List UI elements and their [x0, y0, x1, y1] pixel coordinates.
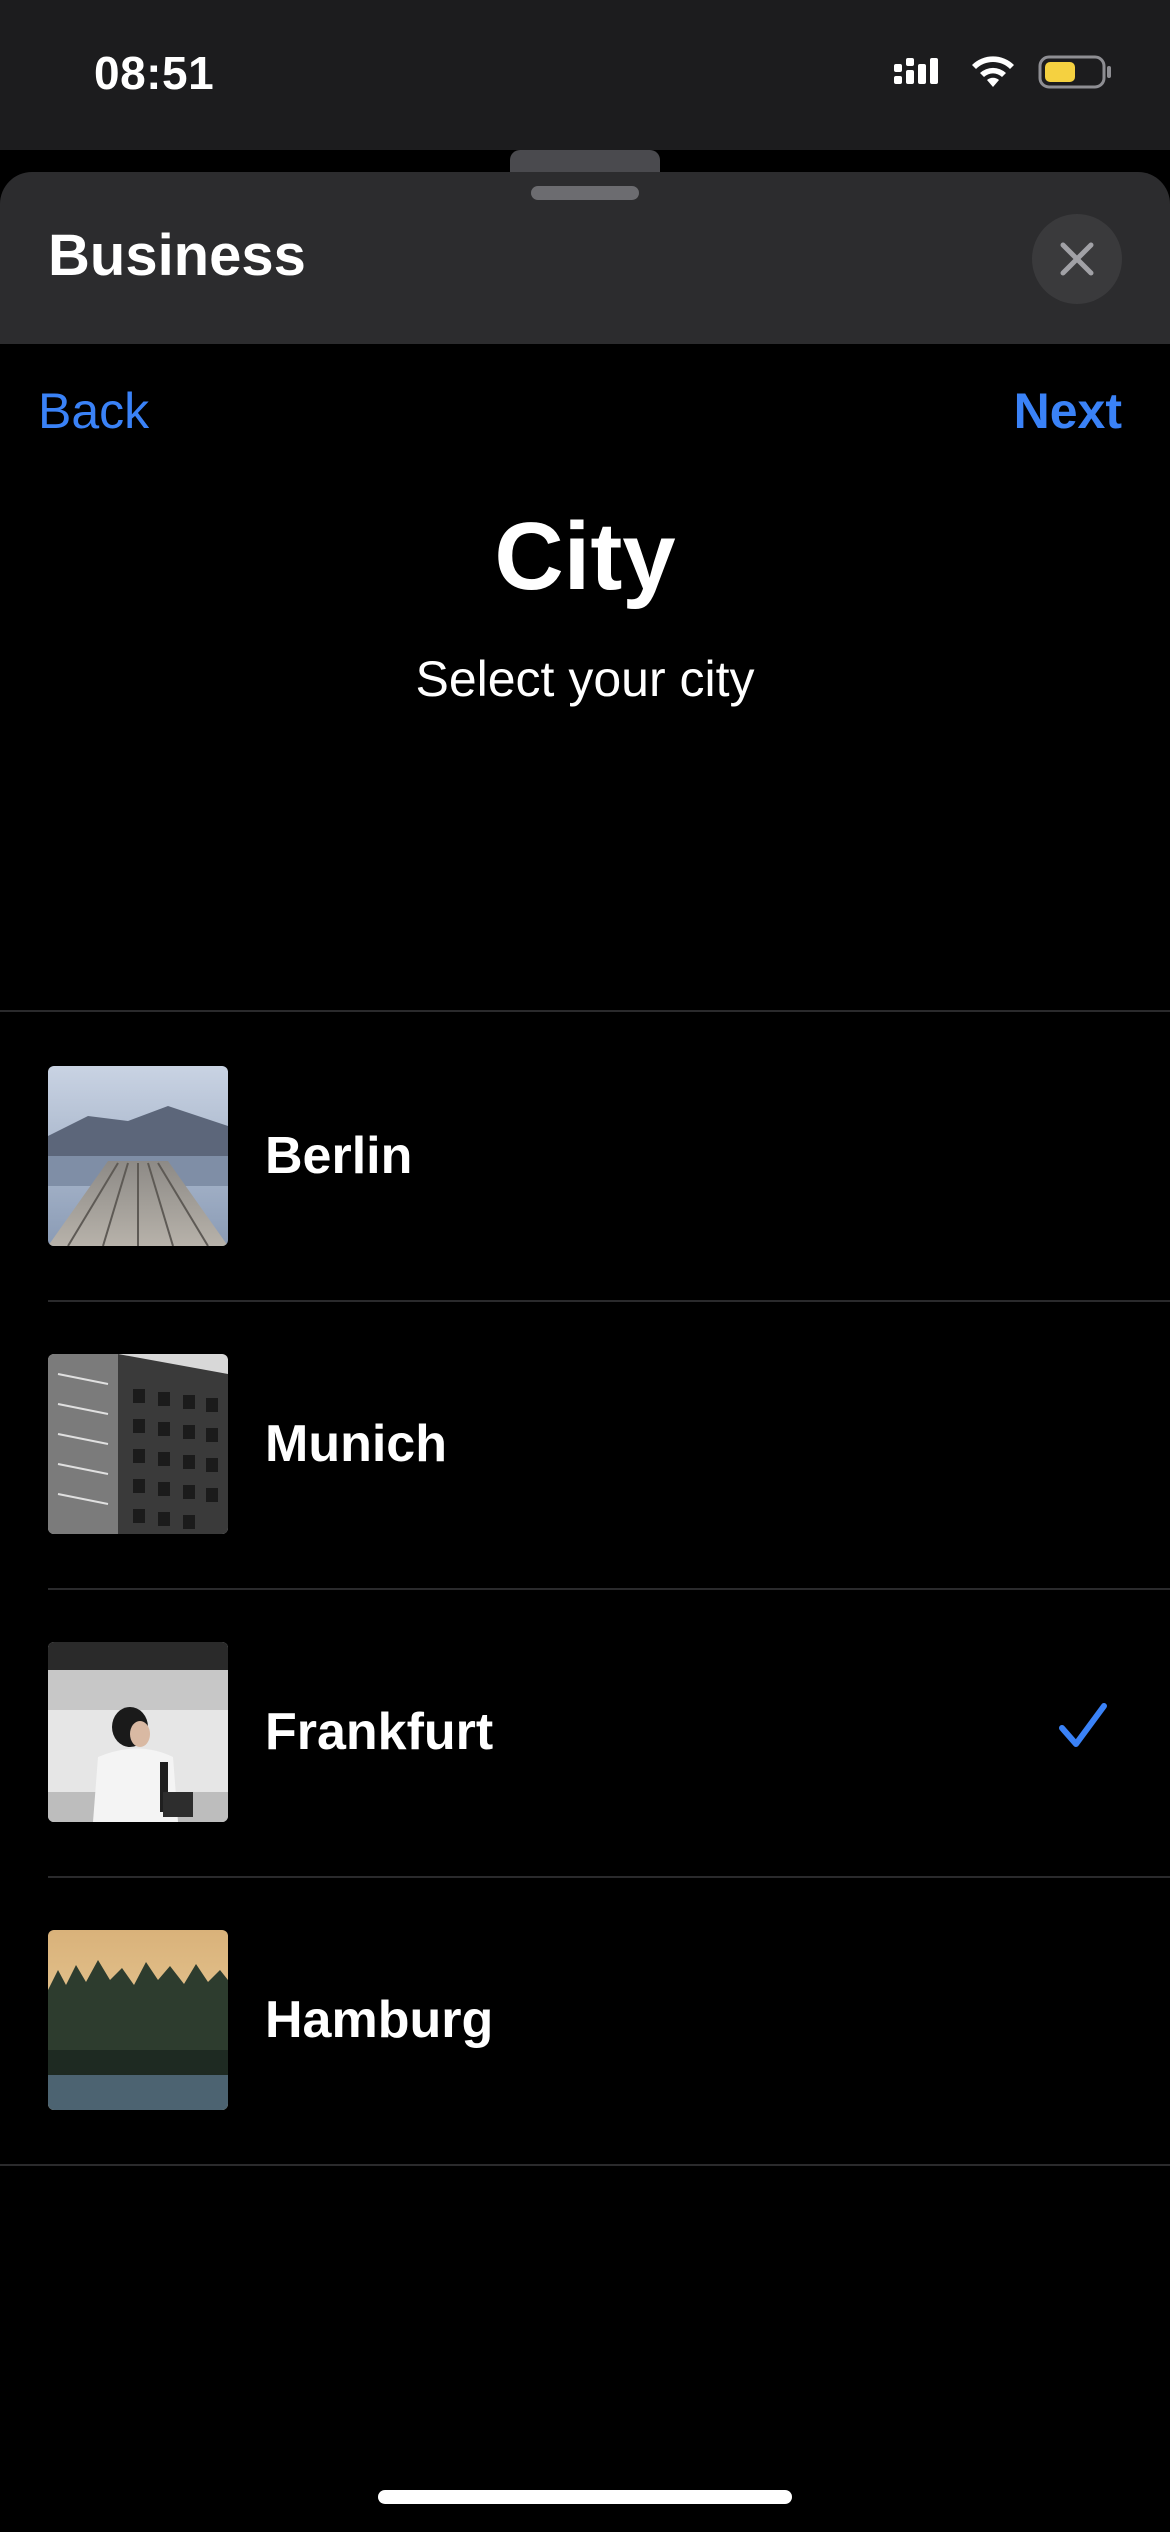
city-thumbnail-frankfurt	[48, 1642, 228, 1822]
page-subtitle: Select your city	[415, 651, 755, 707]
city-name: Hamburg	[265, 1991, 494, 2049]
sheet-grabber[interactable]	[531, 186, 639, 200]
status-time: 08:51	[94, 47, 215, 99]
city-name: Munich	[265, 1415, 447, 1473]
next-button[interactable]: Next	[1014, 382, 1122, 440]
close-icon	[1060, 242, 1094, 276]
city-name: Berlin	[265, 1127, 413, 1185]
cellular-signal-icon	[894, 58, 938, 84]
city-name: Frankfurt	[265, 1703, 494, 1761]
sheet-title: Business	[48, 223, 306, 288]
status-icons	[892, 52, 1114, 92]
city-row-berlin[interactable]: Berlin	[0, 1012, 1170, 1300]
status-bar: 08:51	[0, 0, 1170, 150]
city-row-munich[interactable]: Munich	[0, 1300, 1170, 1588]
sheet-header: Business	[0, 172, 1170, 344]
battery-icon	[1038, 55, 1111, 89]
woman-commuter-photo	[48, 1642, 228, 1822]
modal-sheet: Business Back Next City Select your city	[0, 172, 1170, 2532]
city-thumbnail-munich	[48, 1354, 228, 1534]
home-indicator[interactable]	[378, 2490, 792, 2504]
city-list: Berlin Munich Frankfurt Hamburg	[0, 1010, 1170, 2166]
checkmark-icon	[1059, 1703, 1107, 1747]
page-title: City	[494, 503, 676, 610]
city-thumbnail-hamburg	[48, 1930, 228, 2110]
city-thumbnail-berlin	[48, 1066, 228, 1246]
city-row-frankfurt[interactable]: Frankfurt	[0, 1588, 1170, 1876]
city-row-hamburg[interactable]: Hamburg	[0, 1876, 1170, 2164]
wifi-icon	[972, 56, 1014, 87]
building-facade-photo	[48, 1354, 228, 1534]
back-button[interactable]: Back	[38, 382, 149, 440]
city-selection-screen: 08:51 Business Back Next City Select you…	[0, 0, 1170, 2532]
pier-landscape-photo	[48, 1066, 228, 1246]
forest-treeline-photo	[48, 1930, 228, 2110]
close-button[interactable]	[1032, 214, 1122, 304]
nav-row: Back Next	[0, 372, 1170, 452]
